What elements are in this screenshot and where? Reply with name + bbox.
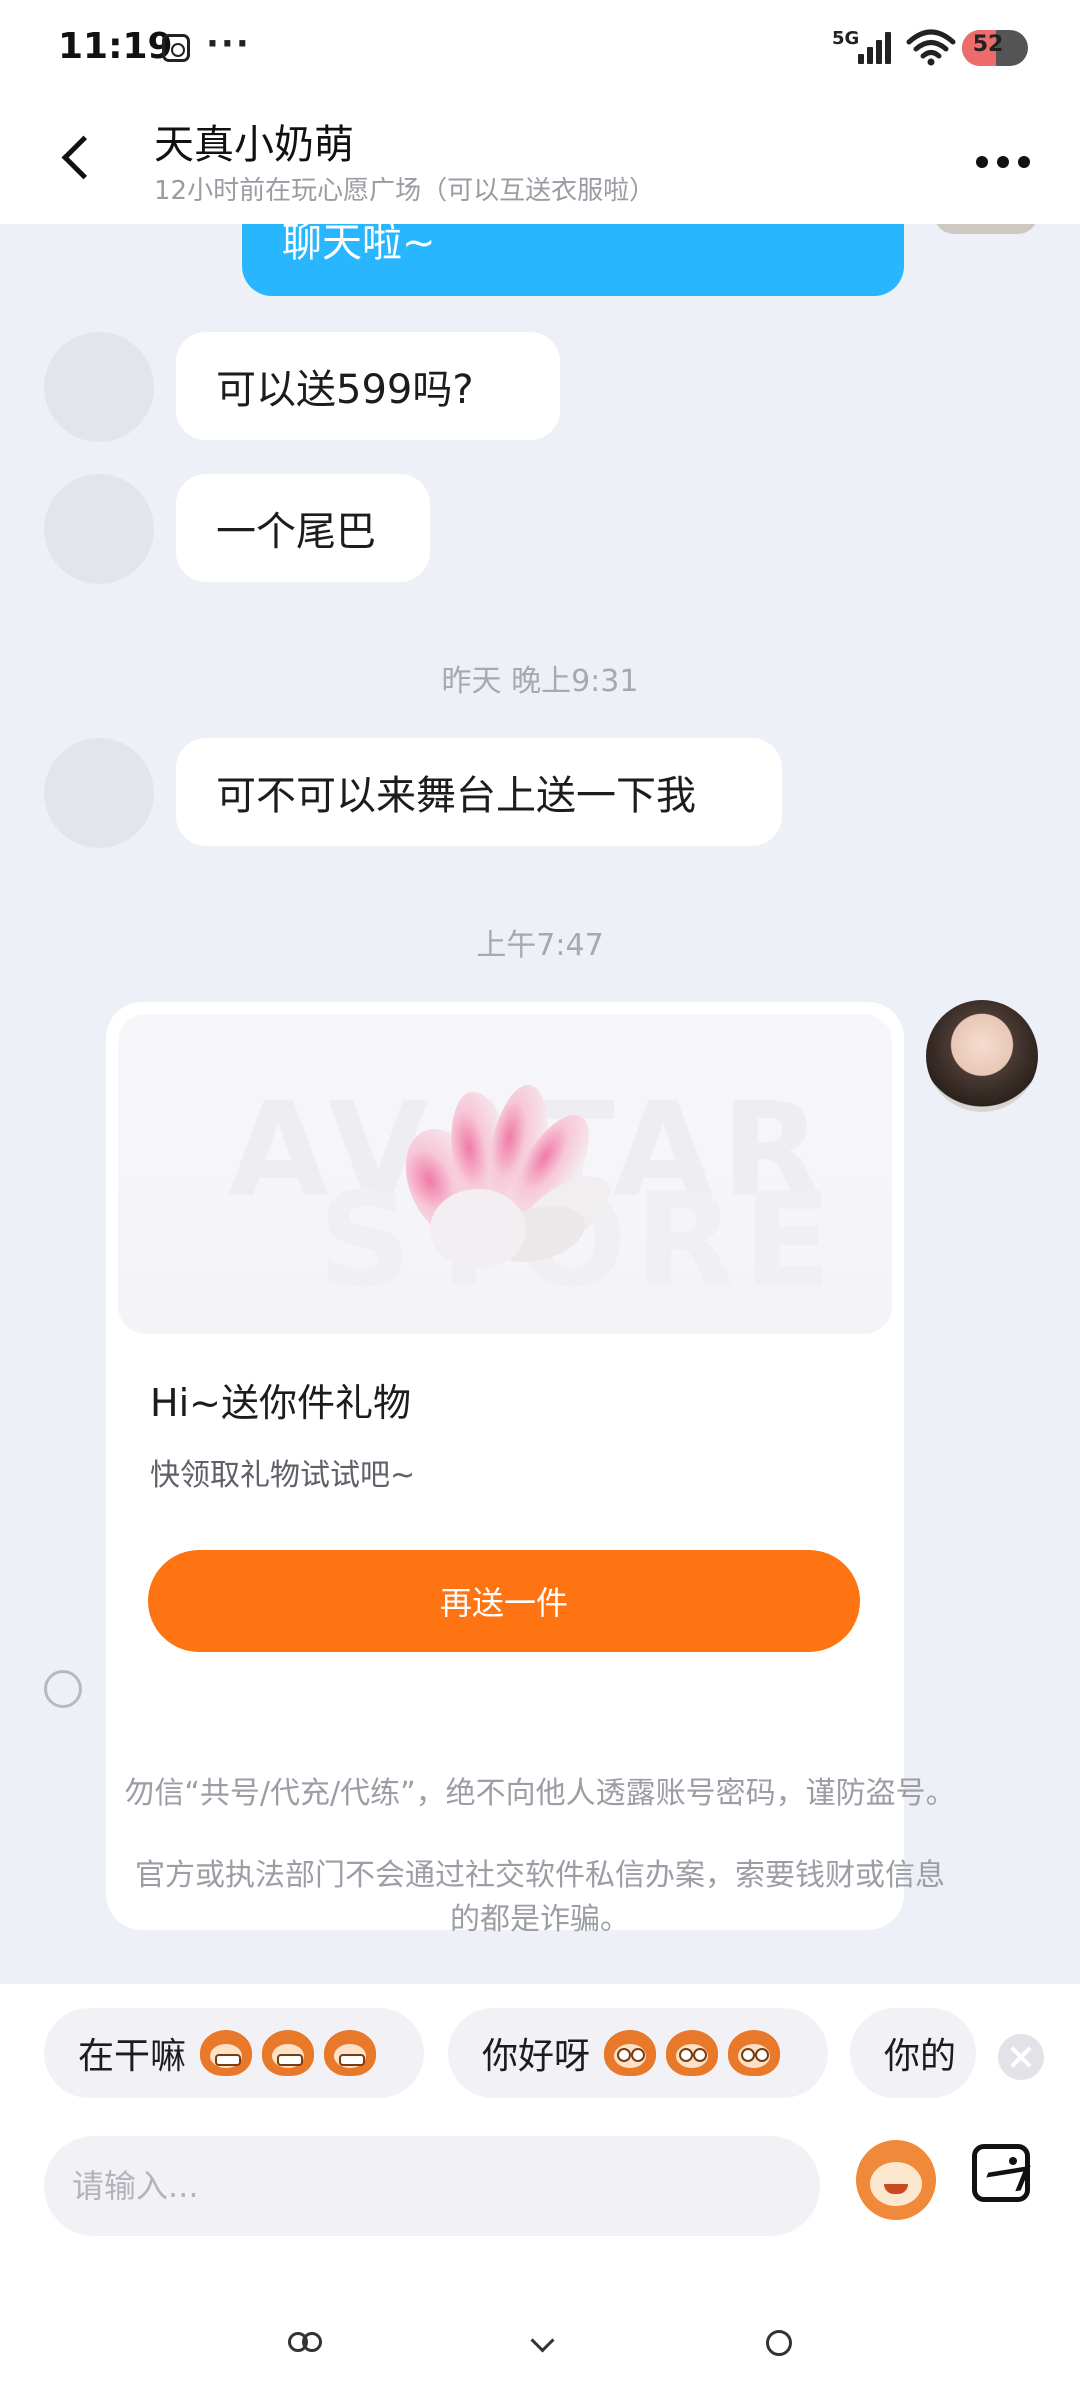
- gift-tail-image: [405, 1084, 610, 1269]
- fraud-notice-line1: 官方或执法部门不会通过社交软件私信办案，索要钱财或信息: [135, 1858, 945, 1893]
- message-text: 一个尾巴: [216, 509, 376, 555]
- battery-level: 52: [972, 32, 1004, 57]
- infinity-icon[interactable]: [288, 2328, 322, 2354]
- contact-avatar[interactable]: [44, 738, 154, 848]
- message-select-radio[interactable]: [44, 1670, 82, 1708]
- chat-subtitle: 12小时前在玩心愿广场（可以互送衣服啦）: [154, 176, 656, 206]
- face-icon[interactable]: [762, 2328, 792, 2356]
- status-time: 11:19: [58, 26, 173, 67]
- back-arrow-icon[interactable]: [46, 126, 106, 186]
- contact-message-bubble[interactable]: 可不可以来舞台上送一下我: [176, 738, 782, 846]
- emoji-icon[interactable]: [856, 2140, 936, 2220]
- self-avatar[interactable]: [934, 224, 1038, 234]
- surprised-monkey-icon: [728, 2030, 781, 2076]
- quick-reply-text: 你的: [884, 2036, 957, 2077]
- message-input[interactable]: [44, 2136, 820, 2236]
- chat-message-list[interactable]: 聊天啦~ 可以送599吗? 一个尾巴 昨天 晚上9:31 可不可以来舞台上送一下…: [0, 224, 1080, 1984]
- network-type: 5G: [832, 28, 860, 49]
- quick-reply-chip[interactable]: 你好呀: [448, 2008, 828, 2098]
- app-notification-icon: [162, 34, 190, 62]
- contact-message-bubble[interactable]: 可以送599吗?: [176, 332, 560, 440]
- surprised-monkey-icon: [604, 2030, 657, 2076]
- quick-reply-chip[interactable]: 你的: [850, 2008, 976, 2098]
- heart-icon[interactable]: [526, 2328, 556, 2354]
- signal-icon: [858, 30, 894, 64]
- self-avatar[interactable]: [926, 1000, 1038, 1112]
- fraud-notice-line2: 的都是诈骗。: [450, 1902, 630, 1937]
- quick-reply-text: 在干嘛: [78, 2036, 187, 2077]
- grin-monkey-icon: [200, 2030, 253, 2076]
- wifi-icon: [906, 29, 956, 66]
- contact-avatar[interactable]: [44, 332, 154, 442]
- surprised-monkey-icon: [666, 2030, 719, 2076]
- more-dots-icon[interactable]: [976, 142, 1036, 182]
- battery-indicator: 52: [962, 30, 1028, 66]
- status-bar: 11:19 ··· 5G 52: [0, 0, 1080, 100]
- self-message-bubble[interactable]: 聊天啦~: [242, 224, 904, 296]
- more-notifications-icon: ···: [206, 24, 251, 64]
- grin-monkey-icon: [324, 2030, 377, 2076]
- grin-monkey-icon: [262, 2030, 315, 2076]
- message-text: 可以送599吗?: [216, 367, 474, 413]
- input-panel: 在干嘛 你好呀 你的: [0, 1984, 1080, 2400]
- resend-gift-button[interactable]: 再送一件: [148, 1550, 860, 1652]
- gift-image[interactable]: AVATAR STORE: [118, 1014, 892, 1334]
- message-timestamp: 上午7:47: [476, 928, 604, 963]
- chat-title: 天真小奶萌: [154, 122, 354, 168]
- close-icon[interactable]: [998, 2034, 1044, 2080]
- contact-message-bubble[interactable]: 一个尾巴: [176, 474, 430, 582]
- image-icon[interactable]: [972, 2144, 1030, 2202]
- self-message-text: 聊天啦~: [282, 224, 436, 266]
- quick-reply-chip[interactable]: 在干嘛: [44, 2008, 424, 2098]
- chat-header: 天真小奶萌 12小时前在玩心愿广场（可以互送衣服啦）: [0, 100, 1080, 224]
- gift-title: Hi~送你件礼物: [150, 1381, 411, 1425]
- message-text: 可不可以来舞台上送一下我: [216, 773, 696, 819]
- gift-description: 快领取礼物试试吧~: [150, 1458, 416, 1493]
- security-notice: 勿信“共号/代充/代练”，绝不向他人透露账号密码，谨防盗号。: [124, 1776, 956, 1811]
- contact-avatar[interactable]: [44, 474, 154, 584]
- quick-reply-text: 你好呀: [482, 2036, 591, 2077]
- message-timestamp: 昨天 晚上9:31: [441, 664, 639, 699]
